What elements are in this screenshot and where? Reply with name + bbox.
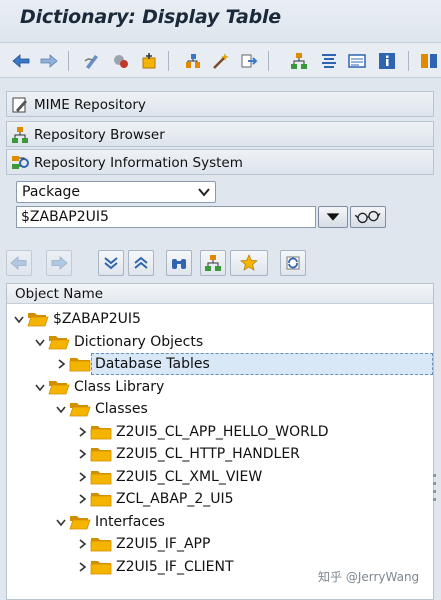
tree-node-label: Z2UI5_IF_APP — [116, 536, 211, 552]
refresh-icon[interactable] — [280, 250, 306, 276]
panel-label: MIME Repository — [34, 97, 146, 113]
object-type-select[interactable]: Package — [16, 181, 216, 203]
back-arrow-icon[interactable] — [10, 50, 32, 72]
open-folder-icon — [27, 313, 49, 327]
pencil-doc-icon — [12, 97, 27, 113]
open-folder-icon — [69, 515, 91, 529]
history-dropdown-button[interactable] — [318, 206, 348, 228]
magic-wand-icon[interactable] — [210, 50, 232, 72]
folder-icon — [69, 358, 91, 372]
folder-icon — [90, 470, 112, 484]
folder-icon — [90, 538, 112, 552]
technical-settings-icon[interactable] — [318, 50, 340, 72]
triangle-down-icon — [326, 213, 340, 221]
activate-icon[interactable] — [110, 50, 132, 72]
open-folder-icon — [69, 403, 91, 417]
glasses-icon — [354, 210, 381, 224]
open-folder-icon — [48, 380, 70, 394]
folder-icon — [90, 560, 112, 574]
collapsed-arrow-icon[interactable] — [76, 493, 88, 505]
tree-node-label: Classes — [95, 401, 148, 417]
package-input-value: $ZABAP2UI5 — [21, 209, 109, 225]
tree-node[interactable]: $ZABAP2UI5 — [13, 308, 423, 330]
expanded-arrow-icon[interactable] — [55, 403, 67, 415]
collapse-all-icon[interactable] — [128, 250, 154, 276]
tree-node-label: Z2UI5_CL_HTTP_HANDLER — [116, 446, 300, 462]
tree-node[interactable]: Classes — [55, 398, 423, 420]
tree-node[interactable]: Z2UI5_CL_APP_HELLO_WORLD — [76, 421, 423, 443]
expanded-arrow-icon[interactable] — [34, 381, 46, 393]
panel-repository-browser[interactable]: Repository Browser — [6, 121, 434, 147]
tree-node-label: $ZABAP2UI5 — [53, 311, 141, 327]
tree-node-label: Database Tables — [95, 356, 210, 372]
tree-node[interactable]: ZCL_ABAP_2_UI5 — [76, 488, 423, 510]
tree-toolbar — [6, 248, 434, 278]
expanded-arrow-icon[interactable] — [13, 313, 25, 325]
toolbar-separator — [168, 51, 169, 71]
tree-node[interactable]: Dictionary Objects — [34, 331, 423, 353]
expanded-arrow-icon[interactable] — [55, 516, 67, 528]
collapsed-arrow-icon[interactable] — [76, 538, 88, 550]
collapsed-arrow-icon[interactable] — [55, 358, 67, 370]
collapsed-arrow-icon[interactable] — [76, 426, 88, 438]
collapsed-arrow-icon[interactable] — [76, 561, 88, 573]
folder-icon — [90, 493, 112, 507]
forward-arrow-icon[interactable] — [38, 50, 60, 72]
tree-node[interactable]: Z2UI5_CL_XML_VIEW — [76, 466, 423, 488]
tree-node[interactable]: Database Tables — [55, 353, 433, 375]
hierarchy-icon — [12, 127, 28, 143]
display-change-icon[interactable] — [82, 50, 104, 72]
collapsed-arrow-icon[interactable] — [76, 448, 88, 460]
layout-icon[interactable] — [418, 50, 440, 72]
toolbar-separator — [408, 51, 409, 71]
folder-icon — [90, 425, 112, 439]
tree-node-label: ZCL_ABAP_2_UI5 — [116, 491, 234, 507]
tree-node-label: Z2UI5_CL_XML_VIEW — [116, 468, 263, 485]
package-input[interactable]: $ZABAP2UI5 — [16, 206, 316, 228]
splitter-grip[interactable] — [432, 470, 438, 510]
tree-node[interactable]: Z2UI5_CL_HTTP_HANDLER — [76, 443, 423, 465]
open-folder-icon — [48, 335, 70, 349]
folder-icon — [90, 448, 112, 462]
title-bar: Dictionary: Display Table — [0, 0, 441, 38]
other-object-icon[interactable] — [138, 50, 160, 72]
object-type-value: Package — [22, 184, 81, 200]
where-used-icon[interactable] — [182, 50, 204, 72]
panel-repository-information-system[interactable]: Repository Information System — [6, 149, 434, 175]
window-title: Dictionary: Display Table — [20, 6, 281, 28]
tree-node-label: Z2UI5_CL_APP_HELLO_WORLD — [116, 423, 329, 440]
info-system-icon — [12, 156, 29, 169]
toolbar-separator — [268, 51, 269, 71]
tree-column-header[interactable]: Object Name — [7, 284, 433, 304]
collapsed-arrow-icon[interactable] — [76, 471, 88, 483]
tree-node-label: Class Library — [74, 378, 165, 395]
binoculars-icon[interactable] — [166, 250, 192, 276]
hierarchy-icon[interactable] — [200, 250, 226, 276]
chevron-down-icon — [198, 188, 210, 197]
hierarchy-icon[interactable] — [288, 50, 310, 72]
tree-node[interactable]: Z2UI5_IF_APP — [76, 533, 423, 555]
watermark: 知乎 @JerryWang — [318, 570, 420, 584]
tree-node[interactable]: Interfaces — [55, 511, 423, 533]
tree-node-label: Z2UI5_IF_CLIENT — [116, 558, 234, 575]
panel-mime-repository[interactable]: MIME Repository — [6, 91, 434, 117]
expand-all-icon[interactable] — [98, 250, 124, 276]
toolbar-separator — [68, 51, 69, 71]
tree-node-label: Interfaces — [95, 513, 165, 530]
panel-label: Repository Information System — [34, 155, 243, 171]
column-header-object-name: Object Name — [15, 286, 104, 302]
next-object-icon[interactable] — [46, 250, 72, 276]
information-icon[interactable] — [376, 50, 398, 72]
previous-object-icon[interactable] — [6, 250, 32, 276]
main-toolbar — [0, 42, 441, 78]
display-button[interactable] — [350, 206, 386, 228]
display-list-icon[interactable] — [346, 50, 368, 72]
navigate-icon[interactable] — [238, 50, 260, 72]
favorites-star-icon[interactable] — [230, 250, 268, 276]
tree-node[interactable]: Class Library — [34, 376, 423, 398]
expanded-arrow-icon[interactable] — [34, 336, 46, 348]
tree-node-label: Dictionary Objects — [74, 333, 204, 350]
object-tree: Object Name $ZABAP2UI5 Dictionary Objects… — [6, 283, 434, 600]
panel-label: Repository Browser — [34, 127, 165, 143]
